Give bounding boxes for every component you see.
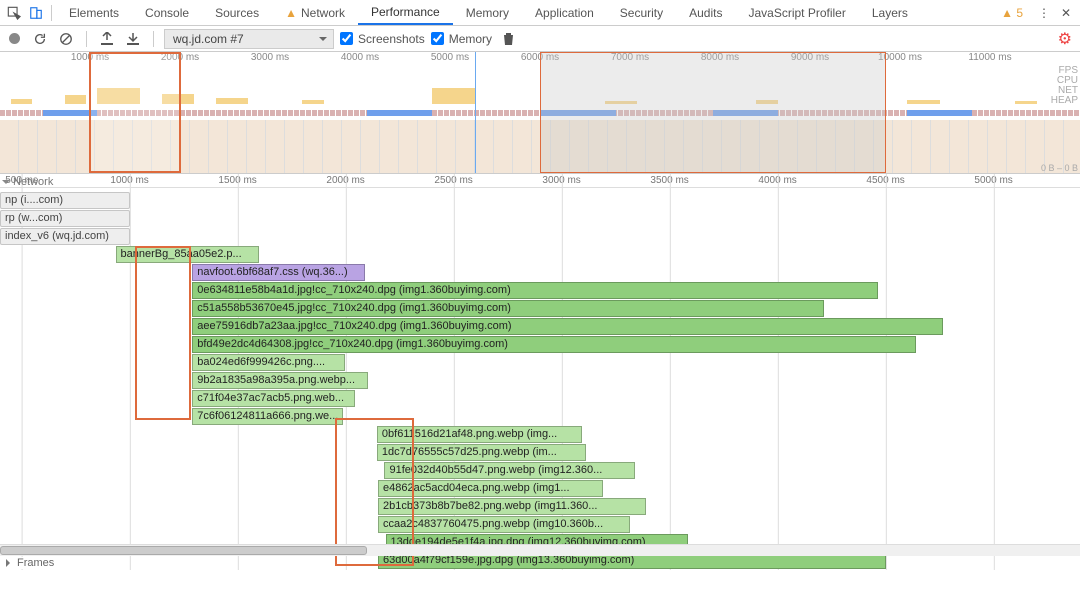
network-request-bar[interactable]: bfd49e2dc4d64308.jpg!cc_710x240.dpg (img… xyxy=(192,336,916,353)
scroll-thumb[interactable] xyxy=(0,546,367,555)
overview-marker xyxy=(475,52,476,173)
perf-toolbar: wq.jd.com #7 Screenshots Memory ⚙ xyxy=(0,26,1080,52)
network-request-bar[interactable]: c51a558b53670e45.jpg!cc_710x240.dpg (img… xyxy=(192,300,824,317)
network-request-bar[interactable]: navfoot.6bf68af7.css (wq.36...) xyxy=(192,264,365,281)
tab-layers[interactable]: Layers xyxy=(859,0,921,25)
flame-tick: 1500 ms xyxy=(218,174,256,186)
network-request-bar[interactable]: aee75916db7a23aa.jpg!cc_710x240.dpg (img… xyxy=(192,318,943,335)
save-profile-icon[interactable] xyxy=(123,26,143,51)
page-selector[interactable]: wq.jd.com #7 xyxy=(164,29,334,49)
overview-heap-readout: 0 B – 0 B xyxy=(1041,163,1078,173)
reload-button[interactable] xyxy=(30,26,50,51)
tab-javascript-profiler[interactable]: JavaScript Profiler xyxy=(735,0,858,25)
devtools-tabbar: ElementsConsoleSources▲NetworkPerformanc… xyxy=(0,0,1080,26)
flame-tick: 3000 ms xyxy=(542,174,580,186)
overview-tick: 6000 ms xyxy=(521,52,559,63)
network-initiator-row[interactable]: index_v6 (wq.jd.com) xyxy=(0,228,130,245)
horizontal-scrollbar[interactable] xyxy=(0,544,1080,556)
memory-checkbox[interactable]: Memory xyxy=(431,32,492,46)
gc-button[interactable] xyxy=(498,26,518,51)
tab-security[interactable]: Security xyxy=(607,0,676,25)
network-request-bar[interactable]: ccaa2c4837760475.png.webp (img10.360b... xyxy=(378,516,630,533)
overview-tick: 3000 ms xyxy=(251,52,289,63)
tab-elements[interactable]: Elements xyxy=(56,0,132,25)
overview-timeline[interactable]: 1000 ms 2000 ms 3000 ms 4000 ms 5000 ms 6000 … xyxy=(0,52,1080,174)
flamechart-ruler: 500 ms1000 ms1500 ms2000 ms2500 ms3000 m… xyxy=(0,174,1080,188)
overview-ruler: 1000 ms 2000 ms 3000 ms 4000 ms 5000 ms 6000 … xyxy=(0,52,1080,66)
network-request-bar[interactable]: 9b2a1835a98a395a.png.webp... xyxy=(192,372,368,389)
tab-performance[interactable]: Performance xyxy=(358,0,453,25)
tab-console[interactable]: Console xyxy=(132,0,202,25)
overview-cpu-lane xyxy=(0,88,1080,104)
more-icon[interactable]: ⋮ xyxy=(1033,0,1055,25)
flamechart[interactable]: 500 ms1000 ms1500 ms2000 ms2500 ms3000 m… xyxy=(0,174,1080,570)
chevron-right-icon xyxy=(6,559,14,567)
flame-tick: 1000 ms xyxy=(110,174,148,186)
tab-sources[interactable]: Sources xyxy=(202,0,272,25)
flame-tick: 5000 ms xyxy=(974,174,1012,186)
tab-application[interactable]: Application xyxy=(522,0,607,25)
record-button[interactable] xyxy=(4,26,24,51)
overview-tick: 8000 ms xyxy=(701,52,739,63)
flame-tick: 4000 ms xyxy=(758,174,796,186)
separator xyxy=(86,31,87,47)
tab-memory[interactable]: Memory xyxy=(453,0,522,25)
network-request-bar[interactable]: e4862ac5acd04eca.png.webp (img1... xyxy=(378,480,603,497)
flame-tick: 3500 ms xyxy=(650,174,688,186)
network-request-bar[interactable]: bannerBg_85aa05e2.p... xyxy=(116,246,260,263)
settings-icon[interactable]: ⚙ xyxy=(1058,29,1072,49)
device-toggle-icon[interactable] xyxy=(25,0,47,25)
tab-audits[interactable]: Audits xyxy=(676,0,735,25)
network-request-bar[interactable]: 91fe032d40b55d47.png.webp (img12.360... xyxy=(384,462,635,479)
network-request-bar[interactable]: 1dc7d76555c57d25.png.webp (im... xyxy=(377,444,587,461)
network-request-bar[interactable]: 2b1cb373b8b7be82.png.webp (img11.360... xyxy=(378,498,646,515)
flame-tick: 2000 ms xyxy=(326,174,364,186)
network-request-bar[interactable]: ba024ed6f999426c.png.... xyxy=(192,354,344,371)
tab-network[interactable]: ▲Network xyxy=(272,0,358,25)
network-initiator-row[interactable]: np (i....com) xyxy=(0,192,130,209)
flame-tick: 2500 ms xyxy=(434,174,472,186)
overview-tick: 9000 ms xyxy=(791,52,829,63)
overview-net-lane xyxy=(0,110,1080,116)
network-request-bar[interactable]: c71f04e37ac7acb5.png.web... xyxy=(192,390,355,407)
close-icon[interactable]: ✕ xyxy=(1055,0,1077,25)
section-header-network[interactable]: Network xyxy=(2,176,53,188)
overview-filmstrip xyxy=(0,120,1080,173)
separator xyxy=(51,5,52,21)
flame-tick: 4500 ms xyxy=(866,174,904,186)
clear-button[interactable] xyxy=(56,26,76,51)
inspect-icon[interactable] xyxy=(3,0,25,25)
chevron-down-icon xyxy=(2,180,10,188)
overview-tick: 10000 ms xyxy=(878,52,922,63)
overview-tick: 11000 ms xyxy=(968,52,1011,63)
network-request-bar[interactable]: 7c6f06124811a666.png.we... xyxy=(192,408,343,425)
screenshots-checkbox[interactable]: Screenshots xyxy=(340,32,425,46)
overview-tick: 4000 ms xyxy=(341,52,379,63)
network-request-bar[interactable]: 0e634811e58b4a1d.jpg!cc_710x240.dpg (img… xyxy=(192,282,878,299)
load-profile-icon[interactable] xyxy=(97,26,117,51)
annotation-box xyxy=(135,246,191,420)
overview-tick: 5000 ms xyxy=(431,52,469,63)
network-initiator-row[interactable]: rp (w...com) xyxy=(0,210,130,227)
separator xyxy=(153,31,154,47)
section-header-frames[interactable]: Frames xyxy=(2,557,58,569)
warning-count[interactable]: ▲ 5 xyxy=(991,6,1033,20)
overview-tick: 2000 ms xyxy=(161,52,199,63)
overview-tick: 7000 ms xyxy=(611,52,649,63)
network-request-bar[interactable]: 0bf611516d21af48.png.webp (img... xyxy=(377,426,582,443)
overview-tick: 1000 ms xyxy=(71,52,109,63)
